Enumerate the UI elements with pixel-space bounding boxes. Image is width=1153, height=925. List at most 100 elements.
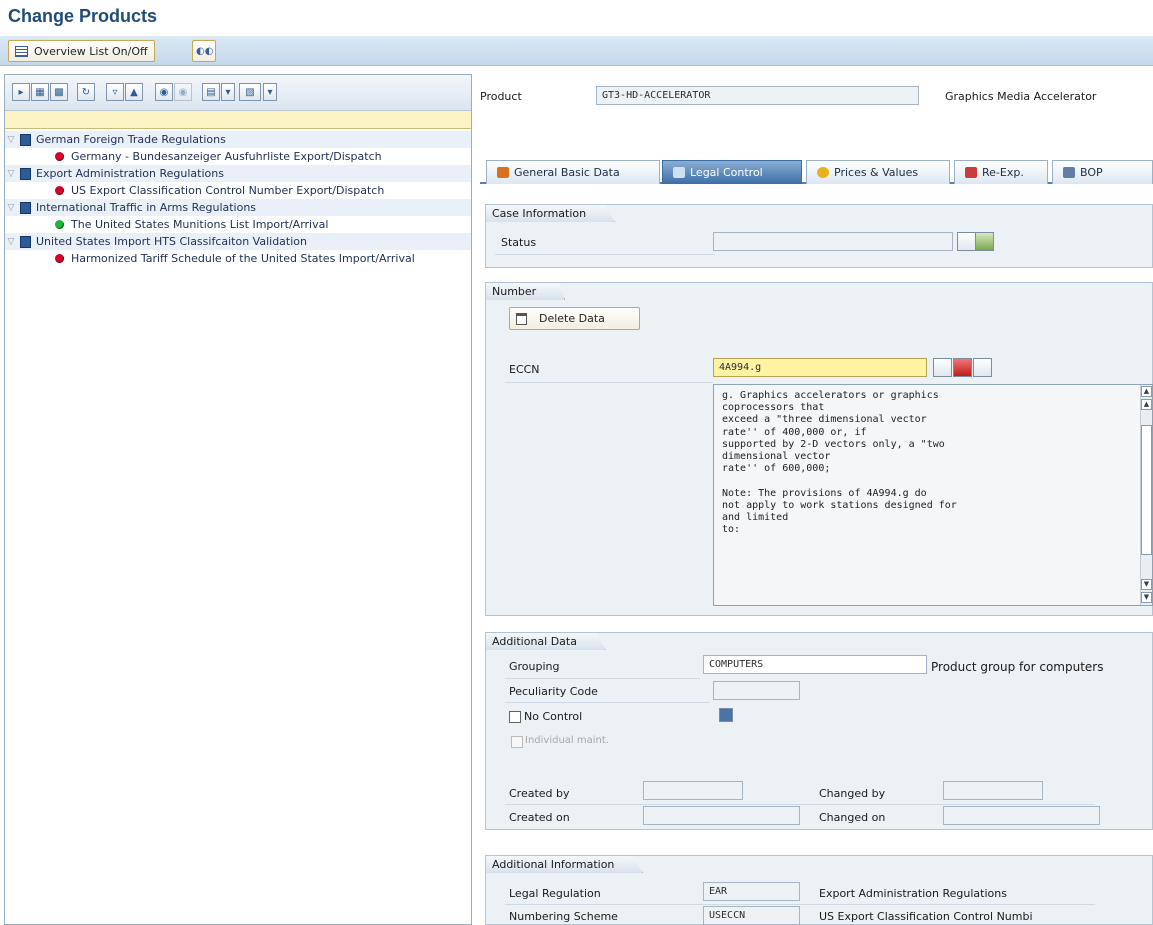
grouping-label: Grouping <box>509 660 560 673</box>
tree-filter-bar[interactable] <box>5 111 471 129</box>
legal-regulation-label: Legal Regulation <box>509 887 601 900</box>
grouping-field[interactable]: COMPUTERS <box>703 655 927 674</box>
grouping-description: Product group for computers <box>931 660 1104 674</box>
no-control-checkbox[interactable] <box>509 711 521 723</box>
filter-icon[interactable]: ▿ <box>106 83 124 101</box>
collapse-icon[interactable]: ▽ <box>5 169 17 179</box>
changed-on-label: Changed on <box>819 811 886 824</box>
tree-item-label: German Foreign Trade Regulations <box>36 133 226 146</box>
sort-icon[interactable]: ▲ <box>125 83 143 101</box>
collapse-icon[interactable]: ▽ <box>5 203 17 213</box>
tree-folder-german-ftr[interactable]: ▽ German Foreign Trade Regulations <box>5 131 471 148</box>
product-description: Graphics Media Accelerator <box>945 90 1097 103</box>
changed-by-field <box>943 781 1043 800</box>
divider <box>505 804 1095 805</box>
overview-list-toggle-button[interactable]: Overview List On/Off <box>8 40 155 62</box>
display-messages-button[interactable]: ◐◐ <box>192 40 216 62</box>
print-icon[interactable]: ▤ <box>202 83 220 101</box>
columns-icon[interactable]: ▧ <box>239 83 261 101</box>
tab-prices-values[interactable]: Prices & Values <box>806 160 950 184</box>
additional-information-header: Additional Information <box>486 856 644 873</box>
scroll-thumb[interactable] <box>1141 425 1152 555</box>
tree-item-label: International Traffic in Arms Regulation… <box>36 201 257 214</box>
status-edit-icon[interactable] <box>975 232 994 251</box>
find-icon[interactable]: ◉ <box>155 83 173 101</box>
legal-regulation-field: EAR <box>703 882 800 901</box>
eccn-description-text: g. Graphics accelerators or graphics cop… <box>722 390 957 536</box>
collapse-icon[interactable]: ▽ <box>5 135 17 145</box>
application-toolbar: Overview List On/Off ◐◐ <box>0 36 1153 66</box>
layout-icon[interactable]: ▾ <box>221 83 235 101</box>
case-information-header: Case Information <box>486 205 616 222</box>
tree-item-label: Germany - Bundesanzeiger Ausfuhrliste Ex… <box>71 150 382 163</box>
folder-icon <box>20 201 31 214</box>
tab-bop[interactable]: BOP <box>1052 160 1153 184</box>
product-field[interactable]: GT3-HD-ACCELERATOR <box>596 86 919 105</box>
trash-icon <box>516 312 527 325</box>
folder-icon <box>20 235 31 248</box>
tab-re-exp[interactable]: Re-Exp. <box>954 160 1048 184</box>
individual-maint-label: Individual maint. <box>525 735 609 746</box>
tree-item-label: United States Import HTS Classifcaiton V… <box>36 235 307 248</box>
binoculars-icon[interactable] <box>933 358 952 377</box>
number-header: Number <box>486 283 566 300</box>
bop-icon <box>1063 167 1075 178</box>
tree-toolbar: ▸ ▦ ▩ ↻ ▿ ▲ ◉ ◉ ▤ ▾ ▧ ▾ <box>5 75 471 111</box>
refresh-icon[interactable]: ↻ <box>77 83 95 101</box>
scroll-bottom-icon[interactable]: ▼ <box>1141 592 1152 603</box>
legal-regulation-description: Export Administration Regulations <box>819 887 1007 900</box>
tab-strip: General Basic Data Legal Control Prices … <box>480 160 1153 184</box>
tree-item-us-eccn[interactable]: US Export Classification Control Number … <box>5 182 471 199</box>
status-red-icon <box>55 254 64 263</box>
peculiarity-code-field[interactable] <box>713 681 800 700</box>
page-title: Change Products <box>8 6 158 26</box>
expand-icon[interactable]: ▸ <box>12 83 30 101</box>
tree-folder-ear[interactable]: ▽ Export Administration Regulations <box>5 165 471 182</box>
legal-control-icon <box>673 167 685 178</box>
find-next-icon[interactable]: ◉ <box>174 83 192 101</box>
scroll-up-icon[interactable]: ▲ <box>1141 399 1152 410</box>
status-field[interactable] <box>713 232 953 251</box>
tab-legal-control[interactable]: Legal Control <box>662 160 802 184</box>
scroll-down-icon[interactable]: ▼ <box>1141 579 1152 590</box>
tree-item-label: Harmonized Tariff Schedule of the United… <box>71 252 415 265</box>
product-label: Product <box>480 90 522 103</box>
scroll-top-icon[interactable]: ▲ <box>1141 386 1152 397</box>
info-icon[interactable] <box>719 708 733 722</box>
numbering-scheme-description: US Export Classification Control Numbi <box>819 910 1033 923</box>
document-icon[interactable] <box>957 232 976 251</box>
tree-item-label: US Export Classification Control Number … <box>71 184 385 197</box>
list-icon <box>15 45 28 57</box>
eccn-label: ECCN <box>509 363 540 376</box>
tab-general-basic-data[interactable]: General Basic Data <box>486 160 660 184</box>
help-icon[interactable] <box>953 358 972 377</box>
folder-icon <box>20 133 31 146</box>
tree-folder-itar[interactable]: ▽ International Traffic in Arms Regulati… <box>5 199 471 216</box>
delete-data-button[interactable]: Delete Data <box>509 307 640 330</box>
tree-item-usml[interactable]: The United States Munitions List Import/… <box>5 216 471 233</box>
created-on-label: Created on <box>509 811 570 824</box>
collapse-icon[interactable]: ▽ <box>5 237 17 247</box>
basic-data-icon <box>497 167 509 178</box>
tree-item-hts[interactable]: Harmonized Tariff Schedule of the United… <box>5 250 471 267</box>
individual-maint-checkbox <box>511 736 523 748</box>
tree-folder-us-hts[interactable]: ▽ United States Import HTS Classifcaiton… <box>5 233 471 250</box>
eccn-field[interactable]: 4A994.g <box>713 358 927 377</box>
save-icon[interactable]: ▩ <box>50 83 68 101</box>
detail-icon[interactable]: ▦ <box>31 83 49 101</box>
vertical-scrollbar[interactable]: ▲ ▲ ▼ ▼ <box>1140 385 1152 605</box>
eccn-description-textbox[interactable]: g. Graphics accelerators or graphics cop… <box>713 384 1153 606</box>
glasses-icon: ◐◐ <box>196 45 214 57</box>
created-on-field <box>643 806 800 825</box>
divider <box>495 254 715 255</box>
edit-icon[interactable] <box>973 358 992 377</box>
status-green-icon <box>55 220 64 229</box>
folder-icon <box>20 167 31 180</box>
status-red-icon <box>55 152 64 161</box>
tree-item-germany-bafa[interactable]: Germany - Bundesanzeiger Ausfuhrliste Ex… <box>5 148 471 165</box>
created-by-field <box>643 781 743 800</box>
divider <box>505 702 710 703</box>
created-by-label: Created by <box>509 787 570 800</box>
column-menu-icon[interactable]: ▾ <box>263 83 277 101</box>
regulations-tree-pane: ▸ ▦ ▩ ↻ ▿ ▲ ◉ ◉ ▤ ▾ ▧ ▾ ▽ German Foreign… <box>4 74 472 925</box>
